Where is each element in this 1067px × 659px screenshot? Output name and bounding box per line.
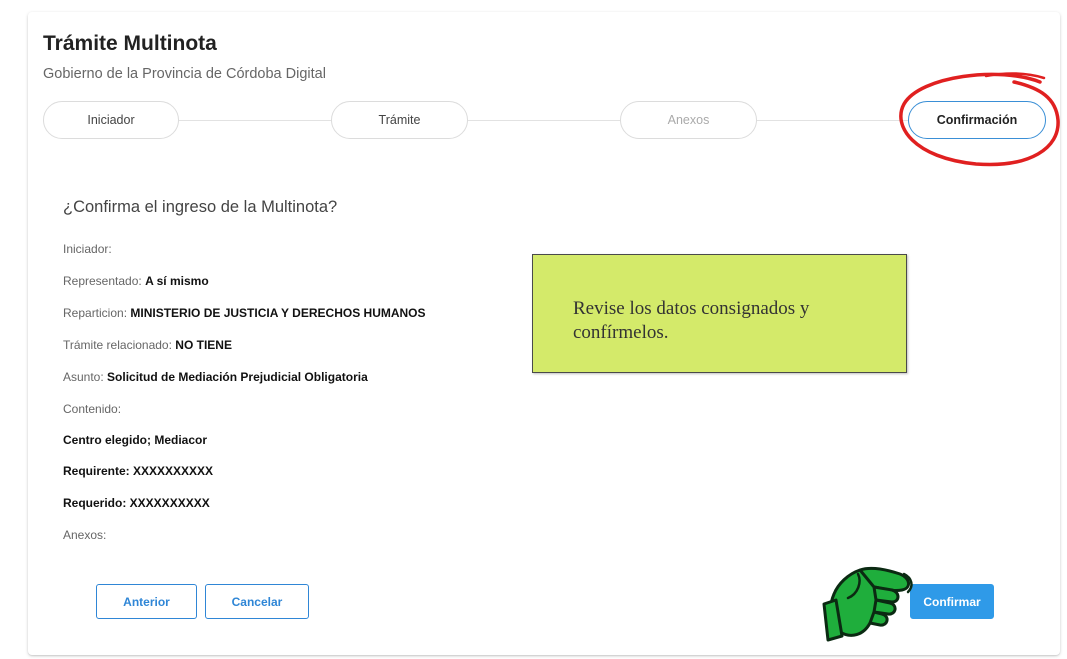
red-circle-annotation-icon bbox=[899, 72, 1060, 167]
contenido-line: Requirente: XXXXXXXXXX bbox=[63, 464, 214, 478]
field-label: Anexos: bbox=[63, 528, 107, 542]
anterior-button[interactable]: Anterior bbox=[96, 584, 197, 619]
cancelar-button[interactable]: Cancelar bbox=[205, 584, 309, 619]
field-label: Contenido: bbox=[63, 402, 122, 416]
step-tramite[interactable]: Trámite bbox=[331, 101, 468, 139]
field-anexos: Anexos: bbox=[63, 528, 106, 542]
field-label: Reparticion: bbox=[63, 306, 128, 320]
contenido-line: Centro elegido; Mediacor bbox=[63, 433, 208, 447]
field-contenido: Contenido: bbox=[63, 402, 121, 416]
field-label: Asunto: bbox=[63, 370, 104, 384]
field-asunto: Asunto: Solicitud de Mediación Prejudici… bbox=[63, 370, 368, 384]
confirmar-button[interactable]: Confirmar bbox=[910, 584, 994, 619]
field-value: MINISTERIO DE JUSTICIA Y DERECHOS HUMANO… bbox=[130, 306, 426, 320]
confirm-question: ¿Confirma el ingreso de la Multinota? bbox=[63, 198, 338, 216]
stepper-connector bbox=[178, 120, 332, 121]
field-value: A sí mismo bbox=[145, 274, 209, 288]
step-label: Anexos bbox=[667, 113, 710, 127]
page-subtitle: Gobierno de la Provincia de Córdoba Digi… bbox=[43, 66, 326, 82]
field-value: Solicitud de Mediación Prejudicial Oblig… bbox=[107, 370, 368, 384]
field-tramite-relacionado: Trámite relacionado: NO TIENE bbox=[63, 338, 232, 352]
field-label: Iniciador: bbox=[63, 242, 112, 256]
field-label: Representado: bbox=[63, 274, 142, 288]
field-representado: Representado: A sí mismo bbox=[63, 274, 209, 288]
pointing-hand-icon bbox=[822, 566, 913, 642]
step-iniciador[interactable]: Iniciador bbox=[43, 101, 179, 139]
field-label: Trámite relacionado: bbox=[63, 338, 172, 352]
stepper-connector bbox=[467, 120, 620, 121]
contenido-line: Requerido: XXXXXXXXXX bbox=[63, 496, 210, 510]
step-label: Trámite bbox=[378, 113, 421, 127]
stepper-connector bbox=[756, 120, 908, 121]
page-title: Trámite Multinota bbox=[43, 32, 217, 55]
step-anexos[interactable]: Anexos bbox=[620, 101, 757, 139]
field-reparticion: Reparticion: MINISTERIO DE JUSTICIA Y DE… bbox=[63, 306, 426, 320]
instruction-callout: Revise los datos consignados y confírmel… bbox=[532, 254, 907, 373]
field-iniciador: Iniciador: bbox=[63, 242, 112, 256]
step-label: Iniciador bbox=[87, 113, 135, 127]
field-value: NO TIENE bbox=[175, 338, 232, 352]
